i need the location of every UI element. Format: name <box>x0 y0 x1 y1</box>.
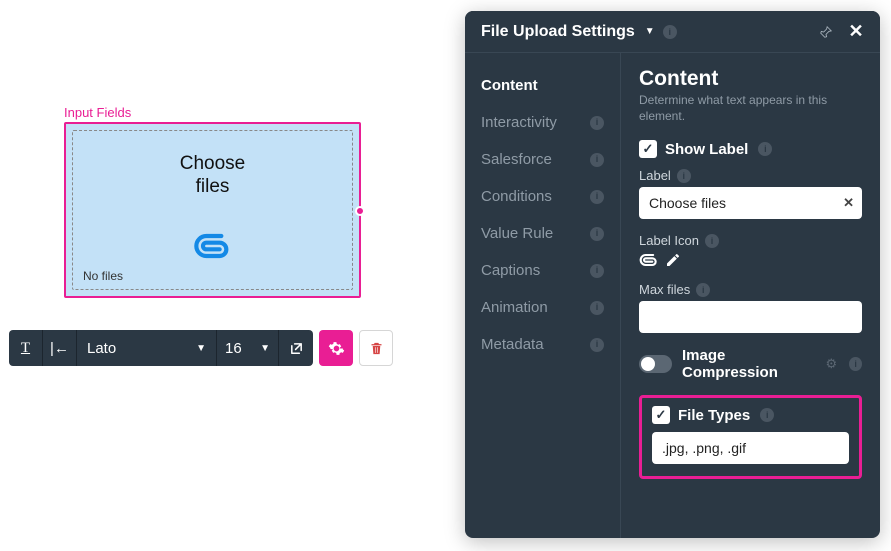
font-name: Lato <box>87 340 116 357</box>
panel-title-text: File Upload Settings <box>481 23 635 41</box>
max-files-label: Max files i <box>639 282 862 297</box>
resize-handle[interactable] <box>355 206 365 216</box>
pin-icon <box>819 25 833 39</box>
info-icon[interactable]: i <box>677 169 691 183</box>
panel-title[interactable]: File Upload Settings ▼ i <box>481 23 677 41</box>
nav-item-label: Interactivity <box>481 114 557 131</box>
delete-button[interactable] <box>359 330 393 366</box>
label-icon-label: Label Icon i <box>639 233 862 248</box>
label-field-label: Label i <box>639 168 862 183</box>
font-size-select[interactable]: 16 ▼ <box>217 330 279 366</box>
info-icon[interactable]: i <box>696 283 710 297</box>
nav-item-label: Animation <box>481 299 548 316</box>
info-icon[interactable]: i <box>705 234 719 248</box>
gear-icon <box>328 340 345 357</box>
info-icon: i <box>590 153 604 167</box>
chevron-down-icon: ▼ <box>645 26 655 37</box>
nav-item-label: Content <box>481 77 538 94</box>
close-icon: ✕ <box>848 21 863 42</box>
align-left-icon: |← <box>50 340 69 357</box>
panel-content: Content Determine what text appears in t… <box>621 53 880 538</box>
info-icon: i <box>590 301 604 315</box>
editor-toolbar: T |← Lato ▼ 16 ▼ <box>9 330 393 366</box>
nav-item-label: Salesforce <box>481 151 552 168</box>
external-link-icon <box>289 341 304 356</box>
file-types-input[interactable] <box>652 432 849 464</box>
trash-icon <box>369 341 384 356</box>
nav-item-conditions[interactable]: Conditions i <box>465 178 620 215</box>
info-icon[interactable]: i <box>758 142 772 156</box>
text-icon: T <box>21 340 30 357</box>
close-button[interactable]: ✕ <box>844 20 868 44</box>
pin-button[interactable] <box>814 20 838 44</box>
paperclip-icon <box>193 231 233 261</box>
nav-item-salesforce[interactable]: Salesforce i <box>465 141 620 178</box>
open-external-button[interactable] <box>279 330 313 366</box>
no-files-text: No files <box>83 269 123 283</box>
image-compression-toggle[interactable] <box>639 355 672 373</box>
panel-header: File Upload Settings ▼ i ✕ <box>465 11 880 53</box>
settings-panel: File Upload Settings ▼ i ✕ Content Intera… <box>465 11 880 538</box>
gear-icon[interactable]: ⚙ <box>826 356 838 372</box>
nav-item-label: Captions <box>481 262 540 279</box>
align-left-button[interactable]: |← <box>43 330 77 366</box>
image-compression-row: Image Compression ⚙ i <box>639 347 862 381</box>
file-types-label: File Types <box>678 407 750 424</box>
font-select[interactable]: Lato ▼ <box>77 330 217 366</box>
paperclip-icon[interactable] <box>639 252 659 268</box>
content-subheading: Determine what text appears in this elem… <box>639 93 862 124</box>
nav-item-label: Metadata <box>481 336 544 353</box>
file-types-section: File Types i <box>639 395 862 479</box>
max-files-input[interactable] <box>639 301 862 333</box>
nav-item-content[interactable]: Content <box>465 67 620 104</box>
nav-item-captions[interactable]: Captions i <box>465 252 620 289</box>
nav-item-label: Value Rule <box>481 225 553 242</box>
chevron-down-icon: ▼ <box>196 343 206 354</box>
nav-item-value-rule[interactable]: Value Rule i <box>465 215 620 252</box>
nav-item-metadata[interactable]: Metadata i <box>465 326 620 363</box>
show-label-checkbox[interactable] <box>639 140 657 158</box>
nav-item-interactivity[interactable]: Interactivity i <box>465 104 620 141</box>
info-icon: i <box>590 338 604 352</box>
file-types-checkbox[interactable] <box>652 406 670 424</box>
panel-nav: ContentInteractivityiSalesforceiConditio… <box>465 53 621 538</box>
font-size-value: 16 <box>225 340 242 357</box>
upload-label: Choose files <box>73 153 352 199</box>
content-heading: Content <box>639 67 862 91</box>
settings-button[interactable] <box>319 330 353 366</box>
info-icon: i <box>590 227 604 241</box>
nav-item-label: Conditions <box>481 188 552 205</box>
info-icon: i <box>590 264 604 278</box>
info-icon: i <box>590 190 604 204</box>
section-label: Input Fields <box>64 105 131 120</box>
nav-item-animation[interactable]: Animation i <box>465 289 620 326</box>
info-icon[interactable]: i <box>849 357 862 371</box>
upload-dropzone[interactable]: Choose files No files <box>72 130 353 290</box>
text-tool-button[interactable]: T <box>9 330 43 366</box>
show-label-text: Show Label <box>665 141 748 158</box>
clear-icon[interactable]: ✕ <box>843 195 854 211</box>
info-icon[interactable]: i <box>663 25 677 39</box>
image-compression-label: Image Compression <box>682 347 813 381</box>
show-label-row: Show Label i <box>639 140 862 158</box>
label-input[interactable] <box>639 187 862 219</box>
info-icon: i <box>590 116 604 130</box>
file-upload-element[interactable]: Choose files No files <box>64 122 361 298</box>
edit-icon[interactable] <box>665 252 681 268</box>
chevron-down-icon: ▼ <box>260 343 270 354</box>
info-icon[interactable]: i <box>760 408 774 422</box>
